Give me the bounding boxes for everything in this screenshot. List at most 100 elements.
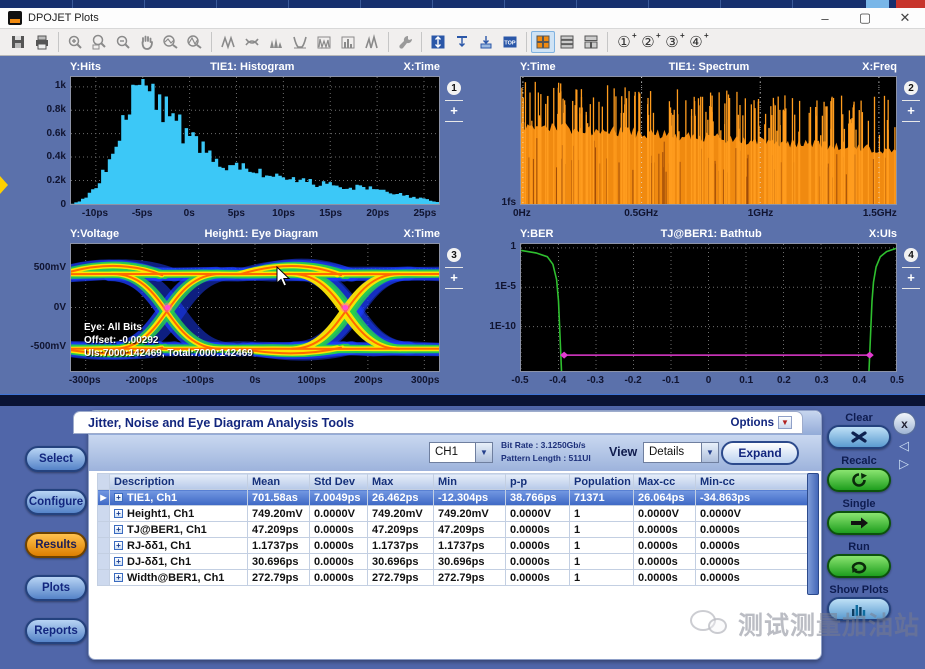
nav-button-reports[interactable]: Reports [25, 618, 87, 644]
histogram-plot-icon[interactable] [264, 31, 288, 53]
zoom-in-icon[interactable] [63, 31, 87, 53]
run-button[interactable] [827, 554, 891, 578]
row-expander-icon[interactable]: + [114, 573, 123, 582]
scope-close-icon[interactable] [896, 0, 925, 8]
column-header[interactable]: p-p [506, 474, 570, 490]
collapse-left-icon[interactable]: ◁ [899, 438, 909, 454]
marker-bottom-icon[interactable] [474, 31, 498, 53]
eye-plot-icon[interactable] [240, 31, 264, 53]
measurement-value: 1 [570, 506, 634, 522]
clear-button[interactable] [827, 425, 891, 449]
layout-grid-icon[interactable] [531, 31, 555, 53]
view-select[interactable]: Details ▼ [643, 442, 719, 463]
plot-zoom-plus-icon[interactable]: + [450, 273, 458, 283]
plot1-icon[interactable]: ①+ [612, 31, 636, 53]
expand-button[interactable]: Expand [721, 441, 799, 465]
panel-title: Jitter, Noise and Eye Diagram Analysis T… [88, 416, 354, 430]
layout-mixed-icon[interactable] [579, 31, 603, 53]
panel-close-icon[interactable]: x [893, 412, 916, 435]
y-tick-label: 0V [22, 302, 66, 313]
minimize-icon[interactable]: – [805, 8, 845, 28]
options-dropdown-icon[interactable]: ▼ [778, 416, 792, 429]
row-expander-icon[interactable]: + [114, 493, 123, 502]
measurement-value: 26.462ps [368, 490, 434, 506]
column-header[interactable]: Max [368, 474, 434, 490]
options-label[interactable]: Options [731, 417, 774, 429]
view-dropdown-icon[interactable]: ▼ [702, 442, 719, 463]
plot-zoom-plus-icon[interactable]: + [907, 273, 915, 283]
recalc-button[interactable] [827, 468, 891, 492]
plot3-icon[interactable]: ③+ [660, 31, 684, 53]
wrench-icon[interactable] [393, 31, 417, 53]
plot-zoom-plus-icon[interactable]: + [450, 106, 458, 116]
bathtub-plot-icon[interactable] [288, 31, 312, 53]
column-header[interactable]: Description [110, 474, 248, 490]
nav-button-results[interactable]: Results [25, 532, 87, 558]
column-header[interactable]: Max-cc [634, 474, 696, 490]
screen: DPOJET Plots – ▢ ✕ TOP①+②+③+④+ Y:HitsTIE… [0, 0, 925, 669]
zoom-box-icon[interactable] [87, 31, 111, 53]
fit-vertical-icon[interactable] [426, 31, 450, 53]
maximize-icon[interactable]: ▢ [845, 8, 885, 28]
plot-number-badge[interactable]: 2 [904, 81, 918, 95]
table-row[interactable]: ▶+TIE1, Ch1701.58as7.0049ps26.462ps-12.3… [98, 490, 808, 506]
table-row[interactable]: +TJ@BER1, Ch147.209ps0.0000s47.209ps47.2… [98, 522, 808, 538]
table-scrollbar[interactable] [807, 473, 819, 595]
plot-badge-column: 3+ [443, 248, 465, 294]
menu-separator [720, 0, 721, 8]
cursor-a-icon[interactable] [159, 31, 183, 53]
close-icon[interactable]: ✕ [885, 8, 925, 28]
column-header[interactable]: Population [570, 474, 634, 490]
scope-minimize-icon[interactable] [866, 0, 889, 8]
spectrum-plot-icon[interactable] [312, 31, 336, 53]
row-expander-icon[interactable]: + [114, 557, 123, 566]
column-header[interactable]: Min [434, 474, 506, 490]
channel-value: CH1 [429, 442, 476, 463]
collapse-right-icon[interactable]: ▷ [899, 456, 909, 472]
peaks-plot-icon[interactable] [360, 31, 384, 53]
plot2-icon[interactable]: ②+ [636, 31, 660, 53]
nav-button-configure[interactable]: Configure [25, 489, 87, 515]
measurement-value: 0.0000V [634, 506, 696, 522]
plot-number-badge[interactable]: 4 [904, 248, 918, 262]
single-button[interactable] [827, 511, 891, 535]
menu-separator [648, 0, 649, 8]
layout-rows-icon[interactable] [555, 31, 579, 53]
x-tick-label: 300ps [401, 375, 449, 386]
plot-canvas-4 [520, 243, 897, 372]
row-expander-icon[interactable]: + [114, 509, 123, 518]
action-column: ClearRecalcSingleRunShow Plots [824, 412, 894, 627]
plot-number-badge[interactable]: 1 [447, 81, 461, 95]
marker-top-icon[interactable] [450, 31, 474, 53]
pan-hand-icon[interactable] [135, 31, 159, 53]
plot-number-badge[interactable]: 3 [447, 248, 461, 262]
waveform-plot-icon[interactable] [216, 31, 240, 53]
table-row[interactable]: +Width@BER1, Ch1272.79ps0.0000s272.79ps2… [98, 570, 808, 586]
plot-zoom-plus-icon[interactable]: + [907, 106, 915, 116]
measurement-value: 0.0000s [696, 554, 808, 570]
column-header[interactable]: Mean [248, 474, 310, 490]
nav-button-plots[interactable]: Plots [25, 575, 87, 601]
table-row[interactable]: +Height1, Ch1749.20mV0.0000V749.20mV749.… [98, 506, 808, 522]
nav-button-select[interactable]: Select [25, 446, 87, 472]
framed-bars-plot-icon[interactable] [336, 31, 360, 53]
row-expander-icon[interactable]: + [114, 525, 123, 534]
row-expander-icon[interactable]: + [114, 541, 123, 550]
measurement-value: 1.1737ps [368, 538, 434, 554]
measurement-value: 0.0000s [506, 522, 570, 538]
top-view-icon[interactable]: TOP [498, 31, 522, 53]
column-header[interactable]: Min-cc [696, 474, 808, 490]
plot4-icon[interactable]: ④+ [684, 31, 708, 53]
channel-dropdown-icon[interactable]: ▼ [476, 442, 493, 463]
table-row[interactable]: +DJ-δδ1, Ch130.696ps0.0000s30.696ps30.69… [98, 554, 808, 570]
single-arrow-icon [848, 514, 870, 532]
column-header[interactable]: Std Dev [310, 474, 368, 490]
table-row[interactable]: +RJ-δδ1, Ch11.1737ps0.0000s1.1737ps1.173… [98, 538, 808, 554]
measurement-value: 0.0000s [310, 538, 368, 554]
save-icon[interactable] [6, 31, 30, 53]
print-icon[interactable] [30, 31, 54, 53]
channel-select[interactable]: CH1 ▼ [429, 442, 493, 463]
zoom-out-icon[interactable] [111, 31, 135, 53]
x-tick-label: -200ps [118, 375, 166, 386]
cursor-b-icon[interactable] [183, 31, 207, 53]
